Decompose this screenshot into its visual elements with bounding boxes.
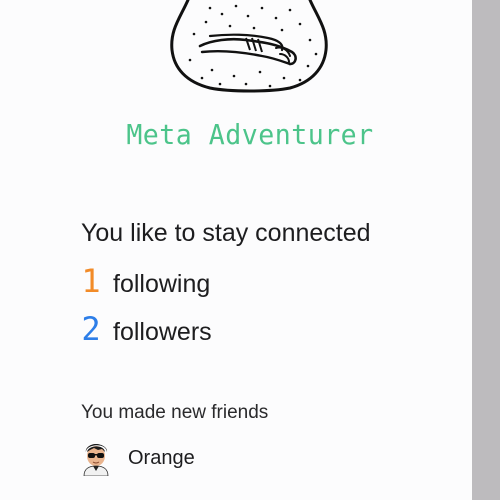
- profile-panel: Meta Adventurer You like to stay connect…: [0, 0, 472, 500]
- followers-label: followers: [113, 318, 212, 346]
- following-count: 1: [81, 262, 101, 300]
- followers-count: 2: [81, 310, 101, 348]
- app-name: Meta Adventurer: [126, 118, 374, 151]
- friend-list-item[interactable]: Orange: [80, 440, 195, 476]
- new-friends-title: You made new friends: [81, 402, 269, 423]
- connections-title: You like to stay connected: [81, 219, 371, 247]
- followers-stat[interactable]: 2 followers: [79, 310, 212, 348]
- character-illustration: [170, 0, 328, 93]
- friend-name: Orange: [128, 446, 195, 469]
- following-label: following: [113, 270, 211, 298]
- following-stat[interactable]: 1 following: [79, 263, 210, 299]
- avatar: [83, 444, 109, 476]
